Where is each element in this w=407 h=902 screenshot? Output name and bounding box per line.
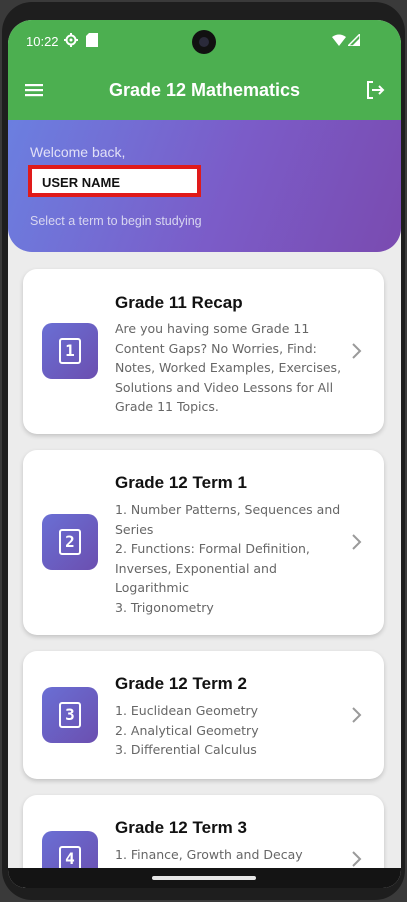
number-badge: 1	[42, 323, 98, 379]
gesture-nav-bar	[8, 868, 401, 888]
gear-icon	[64, 33, 78, 47]
signal-icon	[348, 34, 360, 46]
username-highlight: USER NAME	[28, 165, 201, 197]
number-3-icon: 3	[59, 702, 81, 728]
device-frame: 10:22 Grade 12 Mathematics Welcome back,…	[0, 0, 407, 902]
card-description: Are you having some Grade 11 Content Gap…	[115, 321, 342, 414]
logout-icon[interactable]	[363, 78, 387, 102]
wifi-icon	[332, 34, 346, 46]
status-time: 10:22	[26, 34, 59, 49]
front-camera	[192, 30, 216, 54]
card-description: 1. Number Patterns, Sequences and Series…	[115, 502, 341, 615]
term-card-grade-11-recap[interactable]: 1 Grade 11 Recap Are you having some Gra…	[23, 269, 384, 434]
banner-subtitle: Select a term to begin studying	[30, 214, 202, 228]
welcome-text: Welcome back,	[30, 144, 126, 160]
card-description: 1. Finance, Growth and Decay	[115, 847, 303, 862]
screen: 10:22 Grade 12 Mathematics Welcome back,…	[8, 20, 401, 888]
card-title: Grade 12 Term 1	[115, 473, 247, 492]
term-card-grade-12-term-2[interactable]: 3 Grade 12 Term 2 1. Euclidean Geometry …	[23, 651, 384, 779]
term-card-grade-12-term-1[interactable]: 2 Grade 12 Term 1 1. Number Patterns, Se…	[23, 450, 384, 635]
number-1-icon: 1	[59, 338, 81, 364]
chevron-right-icon	[352, 851, 362, 867]
username: USER NAME	[42, 175, 121, 190]
card-title: Grade 12 Term 2	[115, 674, 247, 693]
welcome-banner: Welcome back, USER NAME Select a term to…	[8, 120, 401, 252]
card-description: 1. Euclidean Geometry 2. Analytical Geom…	[115, 703, 259, 757]
chevron-right-icon	[352, 707, 362, 723]
device-bezel: 10:22 Grade 12 Mathematics Welcome back,…	[2, 2, 405, 900]
home-handle[interactable]	[152, 876, 256, 880]
app-bar: Grade 12 Mathematics	[8, 64, 401, 120]
card-title: Grade 11 Recap	[115, 293, 243, 312]
number-2-icon: 2	[59, 529, 81, 555]
number-badge: 2	[42, 514, 98, 570]
status-bar: 10:22	[8, 20, 401, 64]
chevron-right-icon	[352, 343, 362, 359]
card-title: Grade 12 Term 3	[115, 818, 247, 837]
number-badge: 3	[42, 687, 98, 743]
chevron-right-icon	[352, 534, 362, 550]
sd-card-icon	[86, 33, 98, 47]
page-title: Grade 12 Mathematics	[108, 80, 301, 100]
